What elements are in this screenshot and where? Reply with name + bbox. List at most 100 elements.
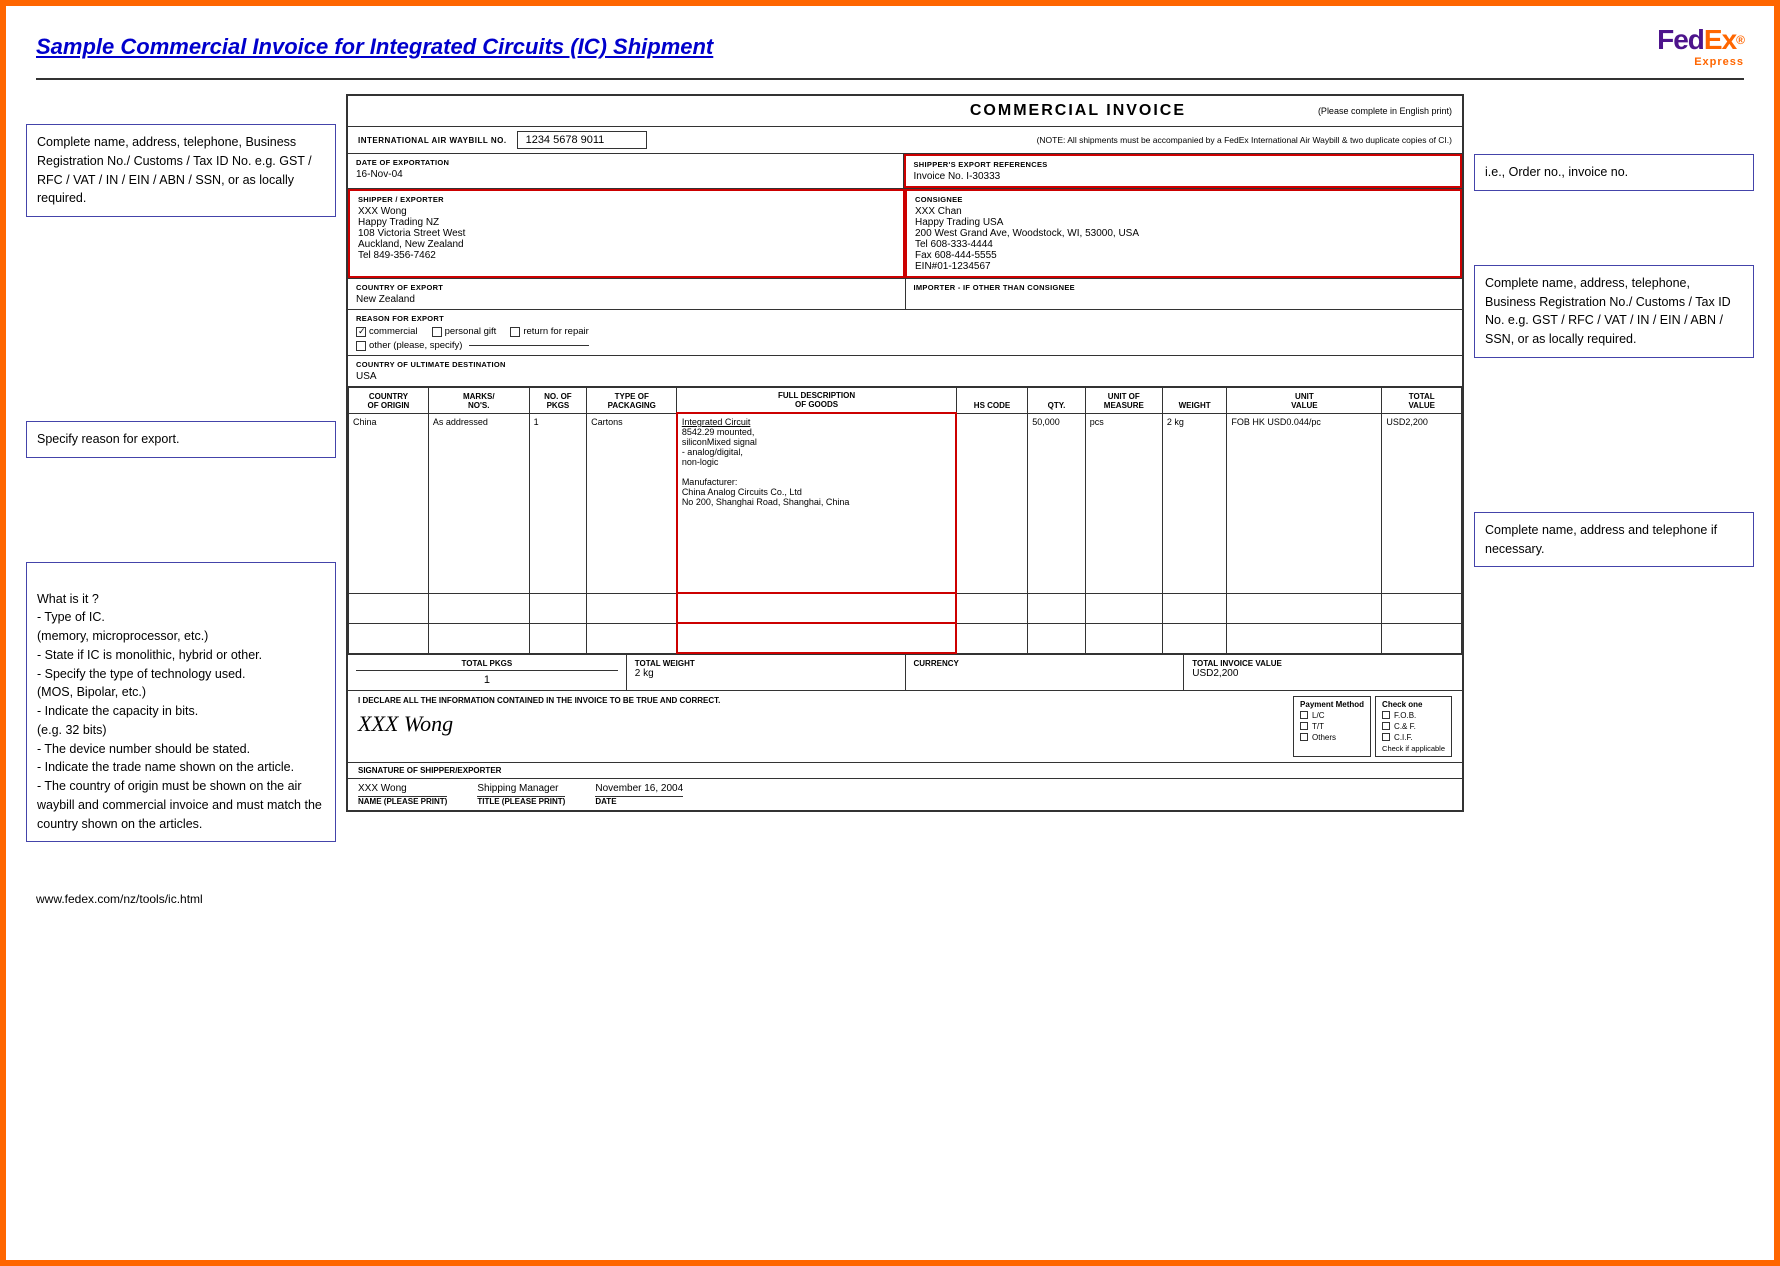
shippers-ref-cell: SHIPPER'S EXPORT REFERENCES Invoice No. … (904, 154, 1463, 188)
right-annotation-1: i.e., Order no., invoice no. (1474, 154, 1754, 205)
title-block: Shipping Manager TITLE (PLEASE PRINT) (477, 783, 565, 806)
col-marks: MARKS/NO'S. (428, 388, 529, 414)
desc-mfr2: China Analog Circuits Co., Ltd (682, 487, 951, 497)
fedex-express-label: Express (1657, 56, 1744, 68)
check-caf-checkbox (1382, 722, 1390, 730)
checkbox-commercial (356, 327, 366, 337)
importer-cell: IMPORTER - IF OTHER THAN CONSIGNEE (906, 279, 1463, 309)
annotation-shipper-text: Complete name, address, telephone, Busin… (37, 135, 312, 205)
main-content: Complete name, address, telephone, Busin… (6, 94, 1774, 876)
waybill-number: 1234 5678 9011 (517, 131, 647, 149)
waybill-row: INTERNATIONAL AIR WAYBILL NO. 1234 5678 … (348, 127, 1462, 154)
shipper-cell: SHIPPER / EXPORTER XXX Wong Happy Tradin… (348, 189, 905, 278)
annotation-box-order-no: i.e., Order no., invoice no. (1474, 154, 1754, 191)
totals-weight-value: 2 kg (635, 668, 897, 679)
fedex-logo: FedEx® Express (1657, 24, 1744, 68)
pm-checkbox-lc (1300, 711, 1308, 719)
totals-pkgs-value: 1 (356, 671, 618, 686)
footer-url: www.fedex.com/nz/tools/ic.html (36, 892, 203, 906)
check-applicable-label: Check if applicable (1382, 744, 1445, 753)
desc-mfr: Manufacturer: (682, 477, 951, 487)
country-dest-row: COUNTRY OF ULTIMATE DESTINATION USA (348, 356, 1462, 387)
pm-lc-label: L/C (1312, 711, 1324, 720)
totals-currency-label: CURRENCY (914, 659, 1176, 668)
name-value: XXX Wong (358, 783, 447, 794)
reason-other: other (please, specify) (356, 340, 1454, 351)
header-divider (36, 78, 1744, 80)
left-annotations: Complete name, address, telephone, Busin… (26, 94, 336, 876)
name-print-label: NAME (PLEASE PRINT) (358, 796, 447, 806)
page-header: Sample Commercial Invoice for Integrated… (6, 6, 1774, 78)
importer-label: IMPORTER - IF OTHER THAN CONSIGNEE (914, 283, 1455, 292)
check-cif-checkbox (1382, 733, 1390, 741)
annotation-box-reason: Specify reason for export. (26, 421, 336, 458)
date-label: DATE (595, 796, 683, 806)
annotation-consignee-text: Complete name, address, telephone, Busin… (1485, 276, 1731, 346)
date-export-label: DATE OF EXPORTATION (356, 158, 895, 167)
col-packaging: TYPE OFPACKAGING (587, 388, 677, 414)
date-export-cell: DATE OF EXPORTATION 16-Nov-04 (348, 154, 904, 188)
col-qty: QTY. (1028, 388, 1085, 414)
desc-line1: 8542.29 mounted, (682, 427, 951, 437)
declare-text-area: I DECLARE ALL THE INFORMATION CONTAINED … (358, 696, 1283, 737)
check-caf-label: C.& F. (1394, 722, 1416, 731)
cell-description: Integrated Circuit 8542.29 mounted, sili… (677, 413, 956, 593)
table-row-empty-2 (349, 623, 1462, 653)
reason-checkboxes: commercial personal gift return for repa… (356, 326, 1454, 337)
checkbox-other (356, 341, 366, 351)
pm-others-label: Others (1312, 733, 1336, 742)
check-one-title: Check one (1382, 700, 1445, 709)
waybill-note: (NOTE: All shipments must be accompanied… (657, 135, 1452, 145)
date-export-value: 16-Nov-04 (356, 169, 895, 180)
table-header-row: COUNTRYOF ORIGIN MARKS/NO'S. NO. OFPKGS … (349, 388, 1462, 414)
annotation-description-text: What is it ? - Type of IC. (memory, micr… (37, 592, 322, 831)
consignee-tel: Tel 608-333-4444 (915, 239, 1452, 250)
cell-packaging: Cartons (587, 413, 677, 593)
invoice-title: COMMERCIAL INVOICE (838, 102, 1318, 120)
pm-checkbox-others (1300, 733, 1308, 741)
left-annotation-1: Complete name, address, telephone, Busin… (26, 124, 336, 231)
date-block: November 16, 2004 DATE (595, 783, 683, 806)
reason-label: REASON FOR EXPORT (356, 314, 1454, 323)
country-export-value: New Zealand (356, 294, 897, 305)
declare-payment-row: I DECLARE ALL THE INFORMATION CONTAINED … (348, 690, 1462, 762)
fedex-reg: ® (1736, 33, 1744, 47)
reason-return: return for repair (510, 326, 588, 337)
table-row: China As addressed 1 Cartons Integrated … (349, 413, 1462, 593)
col-total-value: TOTALVALUE (1382, 388, 1462, 414)
annotation-box-shipper: Complete name, address, telephone, Busin… (26, 124, 336, 217)
other-specify-line (469, 345, 589, 346)
annotation-box-consignee: Complete name, address, telephone, Busin… (1474, 265, 1754, 358)
checkbox-return (510, 327, 520, 337)
totals-pkgs-label: TOTAL PKGS (356, 659, 618, 671)
table-row-empty-1 (349, 593, 1462, 623)
cell-hs-code (956, 413, 1028, 593)
shippers-ref-label: SHIPPER'S EXPORT REFERENCES (914, 160, 1453, 169)
footer: www.fedex.com/nz/tools/ic.html (6, 876, 1774, 916)
check-fob-checkbox (1382, 711, 1390, 719)
desc-line3: - analog/digital, (682, 447, 951, 457)
reason-commercial-label: commercial (369, 326, 418, 337)
waybill-label: INTERNATIONAL AIR WAYBILL NO. (358, 136, 507, 145)
country-dest-value: USA (356, 371, 1454, 382)
consignee-cell: CONSIGNEE XXX Chan Happy Trading USA 200… (905, 189, 1462, 278)
col-description: FULL DESCRIPTIONOF GOODS (677, 388, 956, 414)
annotation-box-description: What is it ? - Type of IC. (memory, micr… (26, 562, 336, 843)
annotation-order-text: i.e., Order no., invoice no. (1485, 165, 1628, 179)
signature-label-row: SIGNATURE OF SHIPPER/EXPORTER (348, 762, 1462, 778)
payment-boxes: Payment Method L/C T/T Oth (1293, 696, 1452, 757)
totals-invoice-col: TOTAL INVOICE VALUE USD2,200 (1184, 655, 1462, 690)
col-unit-measure: UNIT OFMEASURE (1085, 388, 1162, 414)
annotation-reason-text: Specify reason for export. (37, 432, 179, 446)
shipper-label: SHIPPER / EXPORTER (358, 195, 895, 204)
desc-mfr3: No 200, Shanghai Road, Shanghai, China (682, 497, 951, 507)
desc-line2: siliconMixed signal (682, 437, 951, 447)
check-cif-row: C.I.F. (1382, 733, 1445, 742)
right-annotations: i.e., Order no., invoice no. Complete na… (1474, 94, 1754, 876)
pm-tt-label: T/T (1312, 722, 1324, 731)
fedex-fed: Fed (1657, 24, 1704, 56)
right-annotation-3: Complete name, address and telephone if … (1474, 512, 1754, 582)
cell-qty: 50,000 (1028, 413, 1085, 593)
desc-line4: non-logic (682, 457, 951, 467)
country-dest-label: COUNTRY OF ULTIMATE DESTINATION (356, 360, 1454, 369)
